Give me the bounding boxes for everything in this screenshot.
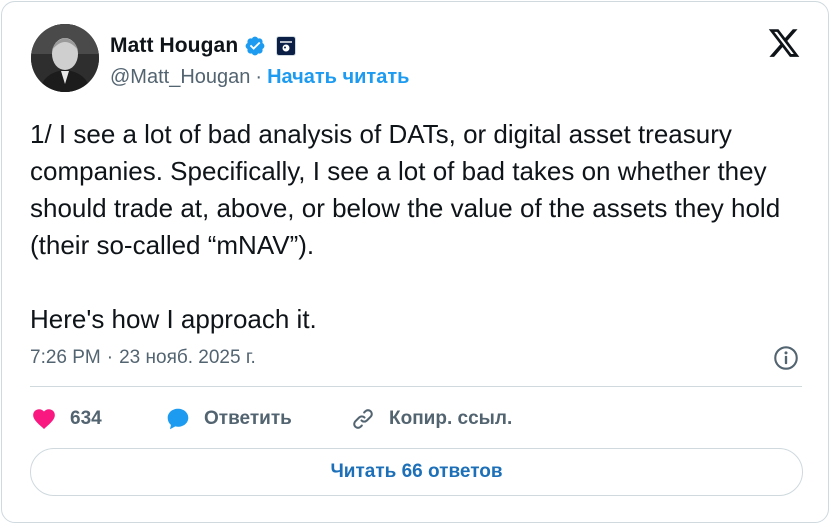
action-bar: 634 Ответить Копир. ссыл.	[30, 402, 512, 436]
tweet-time: 7:26 PM	[30, 347, 101, 368]
tweet-card: Matt Hougan @Matt_Hougan · Начать читать…	[1, 1, 829, 523]
avatar[interactable]	[31, 24, 99, 92]
reply-label: Ответить	[204, 408, 292, 429]
affiliate-badge-icon[interactable]	[276, 36, 297, 56]
avatar-photo	[31, 24, 99, 92]
x-logo-icon[interactable]	[766, 26, 802, 60]
follow-link[interactable]: Начать читать	[267, 66, 409, 89]
separator-dot: ·	[106, 347, 114, 368]
separator-dot: ·	[255, 65, 263, 88]
tweet-date: 23 нояб. 2025 г.	[119, 347, 256, 368]
divider	[30, 386, 802, 387]
info-icon[interactable]	[772, 344, 800, 372]
speech-bubble-icon	[167, 408, 189, 430]
author-name[interactable]: Matt Hougan	[110, 34, 238, 58]
author-name-row: Matt Hougan	[110, 32, 297, 60]
link-icon	[353, 409, 373, 429]
copy-link-button[interactable]: Копир. ссыл.	[349, 406, 512, 432]
verified-badge-icon	[244, 35, 266, 57]
handle-row: @Matt_Hougan · Начать читать	[110, 64, 409, 90]
tweet-text: 1/ I see a lot of bad analysis of DATs, …	[30, 119, 781, 334]
read-replies-button[interactable]: Читать 66 ответов	[30, 448, 803, 496]
copy-link-label: Копир. ссыл.	[389, 408, 513, 429]
tweet-timestamp[interactable]: 7:26 PM · 23 нояб. 2025 г.	[30, 344, 256, 372]
heart-icon	[33, 409, 55, 429]
author-handle[interactable]: @Matt_Hougan	[110, 66, 250, 89]
like-count: 634	[70, 408, 102, 429]
like-button[interactable]: 634	[30, 406, 164, 432]
reply-button[interactable]: Ответить	[164, 406, 349, 432]
